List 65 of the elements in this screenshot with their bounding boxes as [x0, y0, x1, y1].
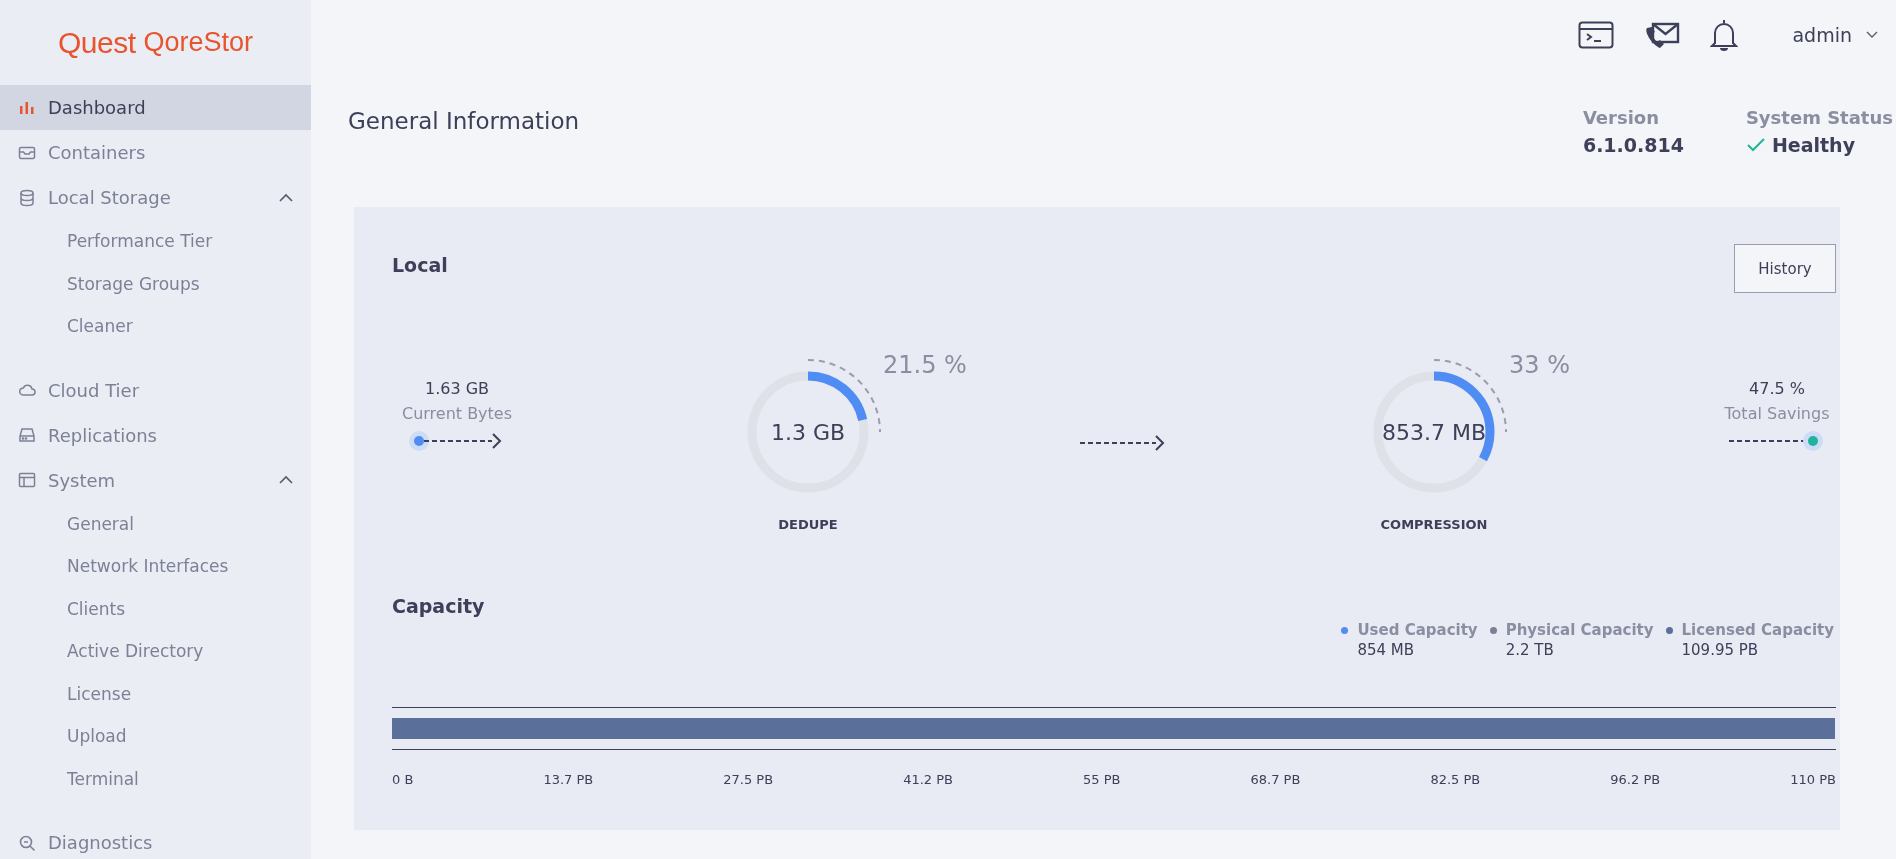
product-name: QoreStor: [143, 27, 254, 58]
nav-subitem[interactable]: Cleaner: [0, 305, 311, 348]
nav-item[interactable]: Cloud Tier: [0, 367, 311, 413]
legend-label: Licensed Capacity: [1681, 621, 1834, 639]
check-icon: [1745, 137, 1766, 153]
nav-subitem[interactable]: Active Directory: [0, 630, 311, 673]
caret-icon: [1866, 31, 1878, 39]
chevron-icon[interactable]: [279, 475, 293, 485]
donut-value: 853.7 MB: [1381, 419, 1487, 445]
nav-icon: [18, 381, 36, 399]
nav-subitem[interactable]: Terminal: [0, 757, 311, 800]
donut-label: COMPRESSION: [1379, 517, 1489, 532]
donut-label: DEDUPE: [777, 517, 839, 532]
page-title: General Information: [348, 108, 580, 134]
nav-subitem[interactable]: Upload: [0, 715, 311, 758]
scale-label: 41.2 PB: [903, 772, 953, 787]
legend-value: 109.95 PB: [1681, 641, 1760, 659]
section-title: Local: [392, 254, 448, 276]
current-bytes-value: 1.63 GB: [424, 379, 490, 398]
nav-item[interactable]: Containers: [0, 130, 311, 175]
nav-icon: [18, 188, 36, 207]
scale-label: 27.5 PB: [723, 772, 774, 787]
mail-phone-icon[interactable]: [1644, 20, 1681, 50]
chevron-icon[interactable]: [279, 192, 293, 203]
section-title: Capacity: [392, 595, 486, 617]
version-label: Version: [1582, 107, 1661, 128]
donut-value: 1.3 GB: [770, 419, 846, 445]
nav-subitem[interactable]: Clients: [0, 587, 311, 630]
scale-label: 82.5 PB: [1430, 772, 1481, 787]
current-bytes-label: Current Bytes: [401, 404, 513, 423]
brand-logo: Quest: [57, 25, 136, 60]
percent-value: 33 %: [1509, 351, 1570, 379]
total-savings-label: Total Savings: [1724, 404, 1830, 423]
nav-item[interactable]: Local Storage: [0, 175, 311, 220]
nav-item[interactable]: Dashboard: [0, 85, 311, 130]
version-value: 6.1.0.814: [1582, 134, 1684, 156]
percent-value: 21.5 %: [883, 351, 967, 379]
user-menu[interactable]: admin: [1792, 24, 1878, 46]
scale-label: 0 B: [392, 772, 414, 787]
terminal-icon[interactable]: [1578, 20, 1615, 50]
status-label: System Status: [1745, 107, 1893, 128]
nav-subitem[interactable]: Network Interfaces: [0, 545, 311, 588]
nav-subitem[interactable]: Performance Tier: [0, 220, 311, 263]
scale-label: 68.7 PB: [1250, 772, 1301, 787]
history-button[interactable]: History: [1734, 244, 1836, 293]
scale-label: 13.7 PB: [543, 772, 594, 787]
scale-label: 55 PB: [1083, 772, 1121, 787]
scale-label: 96.2 PB: [1610, 772, 1661, 787]
nav-subitem[interactable]: Storage Groups: [0, 262, 311, 305]
nav-subitem[interactable]: General: [0, 502, 311, 545]
nav-subitem[interactable]: License: [0, 672, 311, 715]
nav-item[interactable]: System: [0, 457, 311, 503]
nav-item[interactable]: Replications: [0, 412, 311, 458]
nav-item[interactable]: Diagnostics: [0, 820, 311, 859]
scale-label: 110 PB: [1790, 772, 1836, 787]
legend-value: 2.2 TB: [1505, 641, 1555, 659]
legend-label: Physical Capacity: [1505, 621, 1654, 639]
legend-value: 854 MB: [1357, 641, 1416, 659]
nav-icon: [18, 833, 36, 852]
bell-icon[interactable]: [1710, 18, 1739, 52]
status-value: Healthy: [1771, 134, 1856, 156]
nav-icon: [18, 426, 36, 444]
legend-label: Used Capacity: [1357, 621, 1478, 639]
nav-icon: [18, 471, 36, 489]
total-savings-value: 47.5 %: [1749, 379, 1805, 398]
